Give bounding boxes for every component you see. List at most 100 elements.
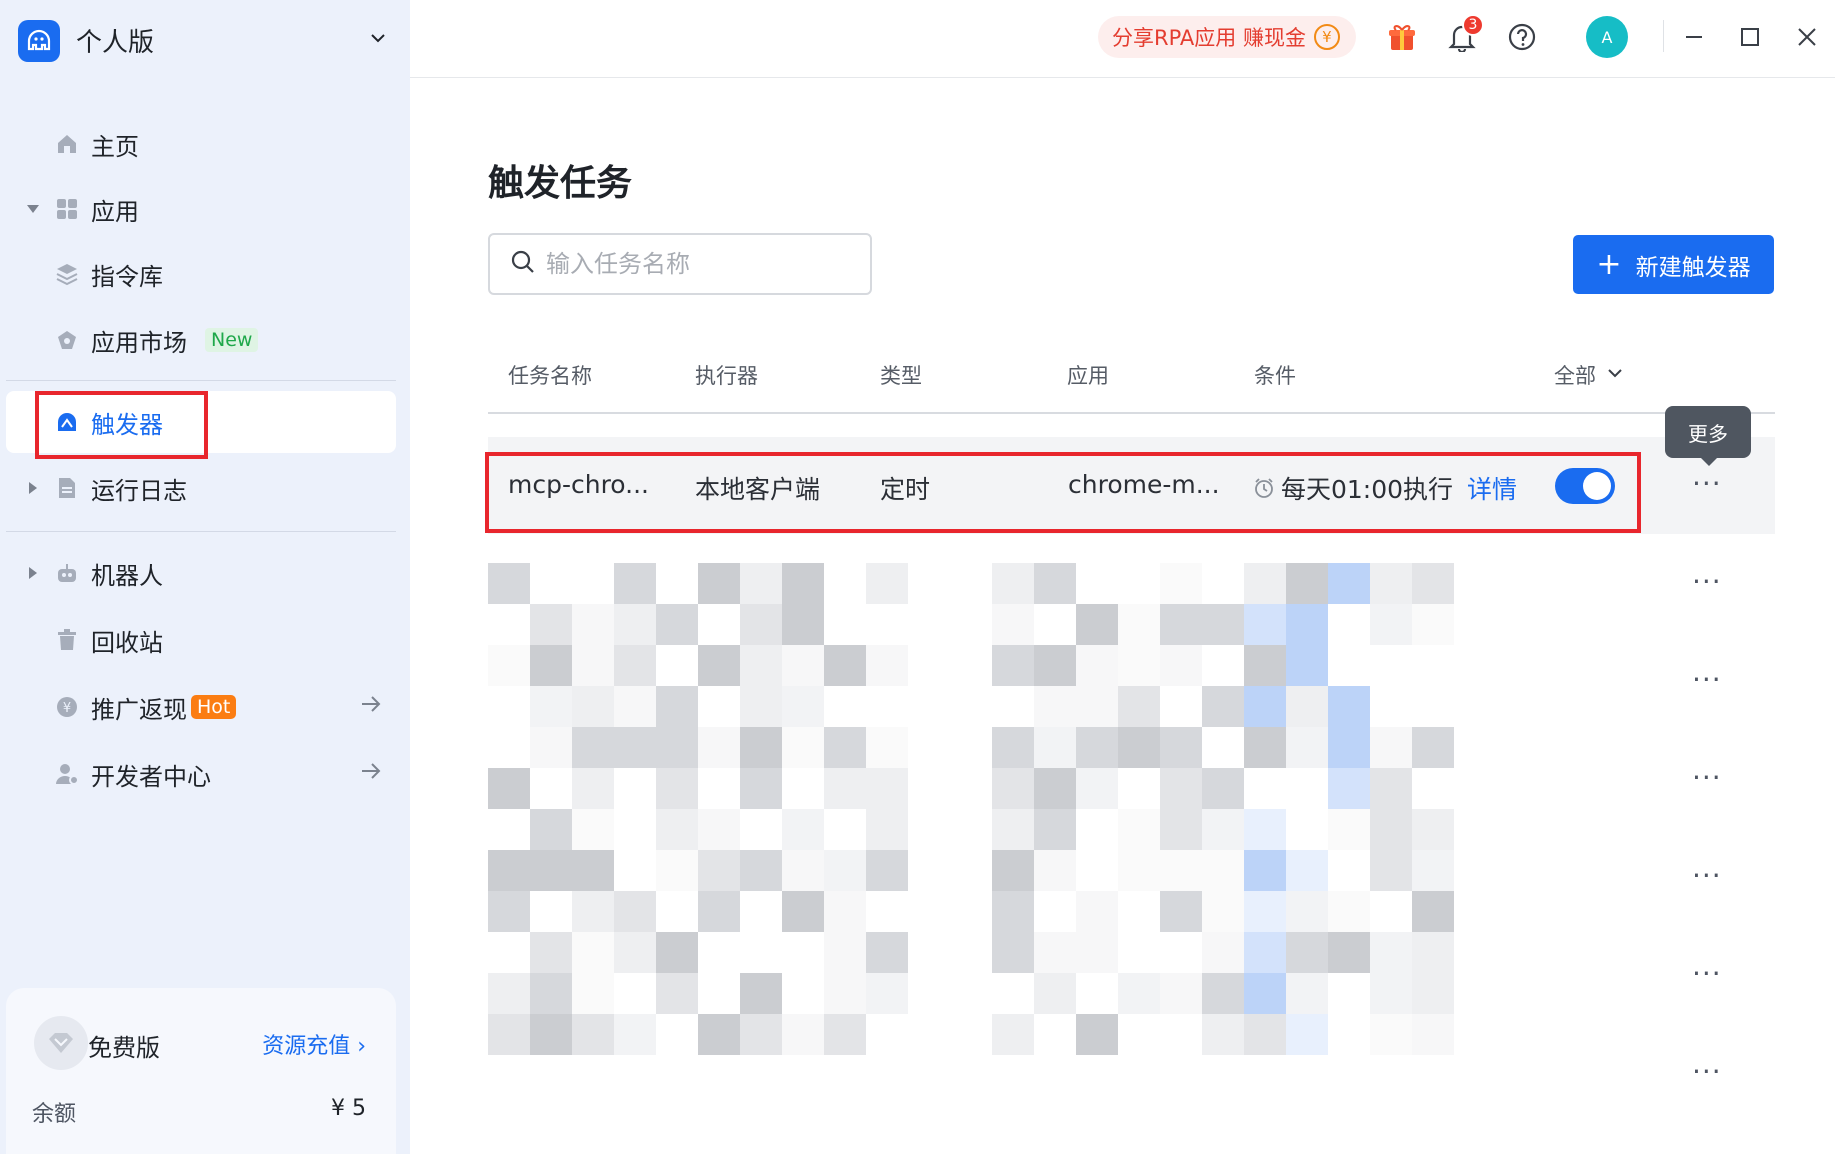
redacted-pixel bbox=[1370, 563, 1412, 604]
redacted-pixel bbox=[1412, 604, 1454, 645]
sidebar-item-home[interactable]: 主页 bbox=[0, 116, 410, 172]
redacted-pixel bbox=[1328, 686, 1370, 727]
redacted-pixel bbox=[614, 1014, 656, 1055]
redacted-pixel bbox=[1076, 604, 1118, 645]
redacted-pixel bbox=[740, 768, 782, 809]
help-icon[interactable] bbox=[1505, 20, 1539, 54]
redacted-pixel bbox=[1034, 727, 1076, 768]
redacted-pixel bbox=[614, 686, 656, 727]
market-icon bbox=[54, 327, 80, 353]
svg-text:¥: ¥ bbox=[63, 701, 71, 716]
redacted-pixel bbox=[740, 727, 782, 768]
sidebar-item-trash[interactable]: 回收站 bbox=[0, 612, 410, 668]
redacted-pixel bbox=[656, 850, 698, 891]
redacted-pixel bbox=[1118, 973, 1160, 1014]
recharge-link[interactable]: 资源充值 › bbox=[262, 1028, 366, 1060]
redacted-pixel bbox=[1160, 891, 1202, 932]
redacted-pixel bbox=[740, 1014, 782, 1055]
redacted-pixel bbox=[530, 973, 572, 1014]
redacted-pixel bbox=[1412, 973, 1454, 1014]
sidebar-item-developer[interactable]: 开发者中心 bbox=[0, 746, 410, 802]
redacted-pixel bbox=[1328, 563, 1370, 604]
redacted-pixel bbox=[530, 727, 572, 768]
more-tooltip: 更多 bbox=[1665, 406, 1751, 466]
sidebar-item-robots[interactable]: 机器人 bbox=[0, 545, 410, 601]
search-input[interactable] bbox=[546, 250, 846, 278]
redacted-pixel bbox=[698, 727, 740, 768]
redacted-pixel bbox=[1328, 932, 1370, 973]
more-actions-button[interactable]: ··· bbox=[1692, 470, 1722, 498]
redacted-pixel bbox=[488, 563, 530, 604]
more-actions-button[interactable]: ··· bbox=[1692, 568, 1722, 596]
redacted-pixel bbox=[1328, 809, 1370, 850]
redacted-pixel bbox=[1202, 604, 1244, 645]
page-title: 触发任务 bbox=[488, 163, 633, 204]
more-actions-button[interactable]: ··· bbox=[1692, 666, 1722, 694]
minimize-icon[interactable] bbox=[1677, 20, 1711, 54]
search-box[interactable] bbox=[488, 233, 872, 295]
redacted-pixel bbox=[1160, 645, 1202, 686]
redacted-pixel bbox=[572, 891, 614, 932]
balance-label: 余额 bbox=[32, 1102, 77, 1127]
column-header-app: 应用 bbox=[1067, 364, 1109, 388]
more-actions-button[interactable]: ··· bbox=[1692, 862, 1722, 890]
redacted-pixel bbox=[1034, 645, 1076, 686]
redacted-pixel bbox=[488, 891, 530, 932]
sidebar-item-market[interactable]: 应用市场 New bbox=[0, 312, 410, 368]
redacted-pixel bbox=[1076, 891, 1118, 932]
redacted-pixel bbox=[488, 768, 530, 809]
sidebar-item-label: 运行日志 bbox=[91, 476, 187, 505]
redacted-pixel bbox=[992, 645, 1034, 686]
redacted-pixel bbox=[698, 645, 740, 686]
gift-icon[interactable] bbox=[1385, 20, 1419, 54]
sidebar: 个人版 主页 应用 指令库 应用市场 New 触发器 运行日志 机器人 回收站 … bbox=[0, 0, 410, 1154]
more-actions-button[interactable]: ··· bbox=[1692, 1058, 1722, 1086]
redacted-pixel bbox=[1412, 850, 1454, 891]
redacted-pixel bbox=[614, 932, 656, 973]
workspace-switcher[interactable]: 个人版 bbox=[18, 18, 388, 63]
redacted-pixel bbox=[698, 563, 740, 604]
more-actions-button[interactable]: ··· bbox=[1692, 960, 1722, 988]
redacted-pixel bbox=[866, 768, 908, 809]
sidebar-item-label: 机器人 bbox=[91, 561, 163, 590]
redacted-pixel bbox=[530, 809, 572, 850]
promo-banner[interactable]: 分享RPA应用 赚现金 ¥ bbox=[1098, 16, 1356, 58]
redacted-pixel bbox=[992, 1014, 1034, 1055]
notification-count-badge: 3 bbox=[1462, 14, 1484, 36]
redacted-pixel bbox=[656, 973, 698, 1014]
redacted-pixel bbox=[1370, 809, 1412, 850]
redacted-pixel bbox=[1244, 645, 1286, 686]
redacted-pixel bbox=[1244, 563, 1286, 604]
more-actions-button[interactable]: ··· bbox=[1692, 764, 1722, 792]
redacted-pixel bbox=[530, 932, 572, 973]
caret-down-icon[interactable] bbox=[26, 202, 40, 216]
sidebar-item-referral[interactable]: ¥ 推广返现 Hot bbox=[0, 679, 410, 735]
redacted-pixel bbox=[656, 727, 698, 768]
redacted-pixel bbox=[1034, 809, 1076, 850]
sidebar-item-logs[interactable]: 运行日志 bbox=[0, 460, 410, 516]
redacted-pixel bbox=[1370, 973, 1412, 1014]
avatar[interactable]: A bbox=[1586, 16, 1628, 58]
redacted-pixel bbox=[1202, 973, 1244, 1014]
close-icon[interactable] bbox=[1790, 20, 1824, 54]
redacted-pixel bbox=[992, 768, 1034, 809]
new-trigger-button[interactable]: + 新建触发器 bbox=[1573, 235, 1774, 294]
table-header-divider bbox=[488, 412, 1775, 414]
redacted-pixel bbox=[782, 809, 824, 850]
caret-right-icon[interactable] bbox=[26, 566, 40, 580]
status-filter-dropdown[interactable]: 全部 bbox=[1554, 360, 1624, 390]
sidebar-divider bbox=[6, 531, 396, 532]
redacted-pixel bbox=[1244, 932, 1286, 973]
log-icon bbox=[54, 475, 80, 501]
redacted-pixel bbox=[1370, 850, 1412, 891]
coin-icon: ¥ bbox=[54, 694, 80, 720]
yen-coin-icon: ¥ bbox=[1313, 24, 1340, 50]
caret-right-icon[interactable] bbox=[26, 481, 40, 495]
new-badge: New bbox=[205, 328, 259, 352]
toolbar-divider bbox=[1663, 20, 1664, 52]
maximize-icon[interactable] bbox=[1733, 20, 1767, 54]
sidebar-item-commands[interactable]: 指令库 bbox=[0, 246, 410, 302]
redacted-pixel bbox=[824, 891, 866, 932]
sidebar-item-apps[interactable]: 应用 bbox=[0, 181, 410, 237]
redacted-pixel bbox=[698, 891, 740, 932]
